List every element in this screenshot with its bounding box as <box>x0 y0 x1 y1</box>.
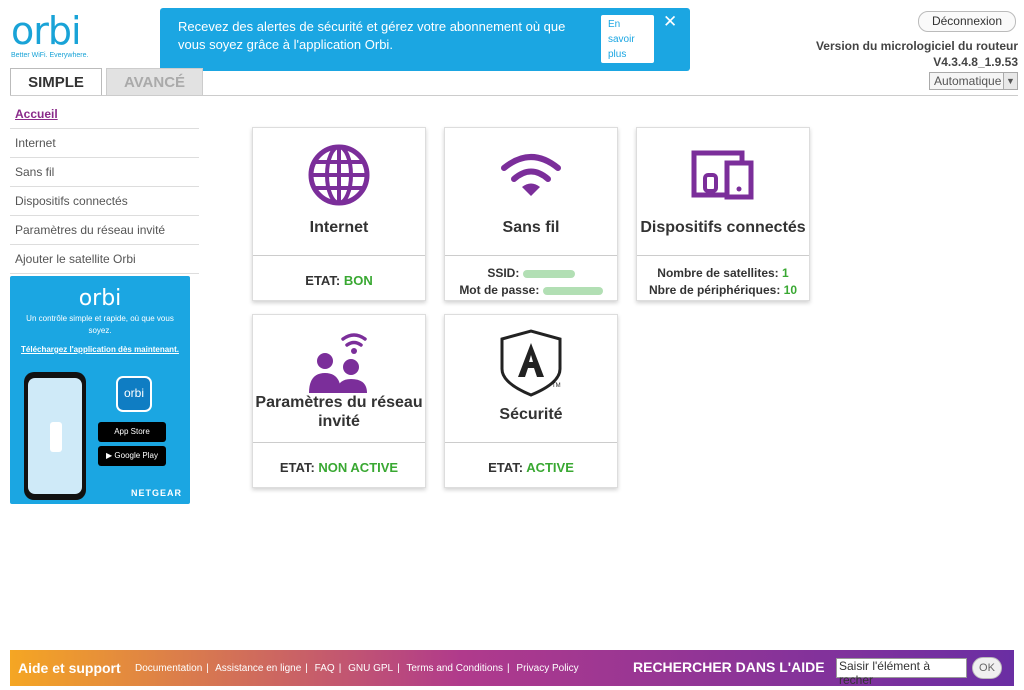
sidebar-item-internet[interactable]: Internet <box>10 129 199 158</box>
internet-card[interactable]: Internet ETAT: BON <box>252 127 426 301</box>
footer-link-documentation[interactable]: Documentation <box>135 663 202 674</box>
internet-card-title: Internet <box>309 219 369 236</box>
language-value: Automatique <box>934 74 1002 88</box>
app-alert-banner: Recevez des alertes de sécurité et gérez… <box>160 8 690 71</box>
firmware-label: Version du micrologiciel du routeur <box>815 39 1018 53</box>
netgear-logo: NETGEAR <box>130 488 182 498</box>
chevron-down-icon: ▼ <box>1003 73 1017 89</box>
footer-link-privacy[interactable]: Privacy Policy <box>516 663 578 674</box>
security-card[interactable]: TM Sécurité ETAT: ACTIVE <box>444 314 618 488</box>
globe-icon <box>253 144 425 211</box>
sidebar-item-home[interactable]: Accueil <box>10 100 199 129</box>
promo-logo: orbi <box>78 286 122 311</box>
promo-download-link[interactable]: Téléchargez l'application dès maintenant… <box>20 344 180 356</box>
tab-simple[interactable]: SIMPLE <box>10 68 102 96</box>
logo-wordmark: orbi <box>11 9 82 53</box>
satellite-count: 1 <box>782 266 789 280</box>
guest-status: ETAT: NON ACTIVE <box>279 460 399 475</box>
devices-icon <box>637 150 809 205</box>
footer-link-terms[interactable]: Terms and Conditions <box>406 663 503 674</box>
alert-message: Recevez des alertes de sécurité et gérez… <box>178 19 566 52</box>
internet-status: ETAT: BON <box>305 273 373 288</box>
guest-card-title: Paramètres du réseau invité <box>255 394 423 430</box>
guest-users-icon <box>253 331 425 400</box>
security-card-title: Sécurité <box>499 406 563 423</box>
firmware-version: V4.3.4.8_1.9.53 <box>933 55 1018 69</box>
wireless-card[interactable]: Sans fil SSID: Mot de passe: <box>444 127 618 301</box>
ssid-label: SSID: <box>487 266 520 280</box>
footer-link-support[interactable]: Assistance en ligne <box>215 663 301 674</box>
tab-divider <box>10 95 1018 96</box>
sidebar-item-add-satellite[interactable]: Ajouter le satellite Orbi <box>10 245 199 274</box>
sidebar-item-guest-network[interactable]: Paramètres du réseau invité <box>10 216 199 245</box>
footer-link-gpl[interactable]: GNU GPL <box>348 663 393 674</box>
promo-text: Un contrôle simple et rapide, où que vou… <box>26 314 174 335</box>
wireless-card-title: Sans fil <box>502 219 560 236</box>
footer-links: Documentation | Assistance en ligne | FAQ |… <box>135 663 579 674</box>
sidebar-item-connected-devices[interactable]: Dispositifs connectés <box>10 187 199 216</box>
learn-more-button[interactable]: En savoir plus <box>601 15 654 63</box>
footer-title: Aide et support <box>18 660 121 676</box>
devices-card-title: Dispositifs connectés <box>640 219 806 236</box>
help-search-input[interactable]: Saisir l'élément à recher <box>836 658 967 687</box>
security-status: ETAT: ACTIVE <box>488 460 574 475</box>
wireless-info: SSID: Mot de passe: <box>445 265 617 299</box>
language-select[interactable]: Automatique ▼ <box>929 72 1018 90</box>
app-store-button[interactable]: App Store <box>98 422 166 442</box>
wifi-icon <box>445 152 617 203</box>
svg-text:TM: TM <box>552 383 561 389</box>
tab-advanced[interactable]: AVANCÉ <box>106 68 203 96</box>
password-redacted <box>542 286 603 295</box>
phone-image <box>24 372 86 500</box>
logout-button[interactable]: Déconnexion <box>918 11 1016 32</box>
help-search-label: RECHERCHER DANS L'AIDE <box>633 659 825 675</box>
app-promo-banner[interactable]: orbi Un contrôle simple et rapide, où qu… <box>10 276 190 504</box>
footer-link-faq[interactable]: FAQ <box>315 663 335 674</box>
google-play-button[interactable]: ▶ Google Play <box>98 446 166 466</box>
close-icon[interactable]: ✕ <box>663 12 677 32</box>
help-footer: Aide et support Documentation | Assistanc… <box>10 650 1014 687</box>
sidebar-nav: Accueil Internet Sans fil Dispositifs co… <box>10 100 199 274</box>
device-count: 10 <box>783 283 798 297</box>
logo-tagline: Better WiFi. Everywhere. <box>11 52 89 59</box>
orbi-app-icon: orbi <box>116 376 152 412</box>
guest-network-card[interactable]: Paramètres du réseau invité ETAT: NON AC… <box>252 314 426 488</box>
devices-info: Nombre de satellites: 1 Nbre de périphér… <box>648 266 798 297</box>
ssid-redacted <box>522 269 575 278</box>
password-label: Mot de passe: <box>459 283 540 297</box>
armor-shield-icon: TM <box>445 329 617 402</box>
connected-devices-card[interactable]: Dispositifs connectés Nombre de satellit… <box>636 127 810 301</box>
sidebar-item-wireless[interactable]: Sans fil <box>10 158 199 187</box>
orbi-logo[interactable]: orbi Better WiFi. Everywhere. <box>11 12 101 64</box>
search-ok-button[interactable]: OK <box>972 657 1002 679</box>
